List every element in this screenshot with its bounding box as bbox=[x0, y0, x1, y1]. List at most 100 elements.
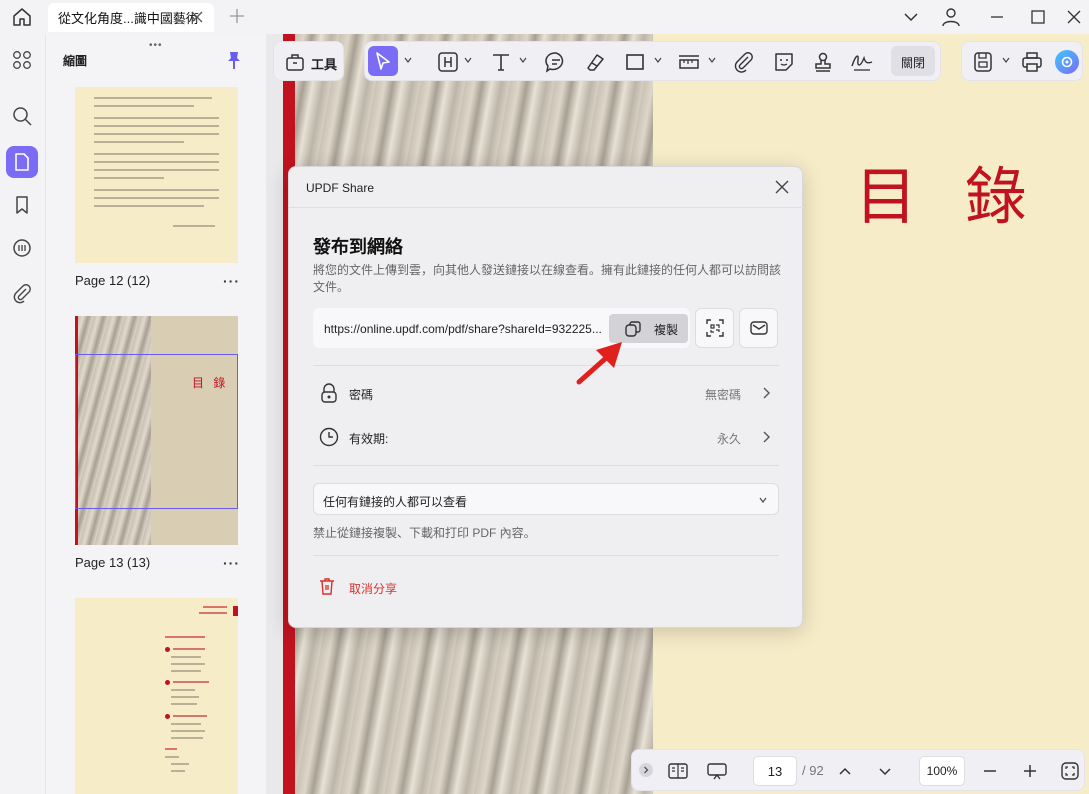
zoom-in-icon[interactable] bbox=[1019, 760, 1041, 782]
chevron-down-icon[interactable] bbox=[708, 56, 716, 64]
lock-icon bbox=[321, 383, 337, 403]
top-toolbar: 工具 關閉 bbox=[273, 41, 1083, 81]
heading-text-icon[interactable] bbox=[436, 50, 460, 74]
print-icon[interactable] bbox=[1020, 50, 1044, 74]
divider bbox=[313, 365, 779, 366]
page-12-more-button[interactable]: ··· bbox=[223, 273, 240, 289]
collapse-arrow-icon[interactable] bbox=[638, 762, 654, 778]
current-page-input[interactable]: 13 bbox=[753, 756, 797, 786]
expiry-value: 永久 bbox=[716, 432, 741, 446]
password-label: 密碼 bbox=[349, 388, 374, 402]
toolbox-icon bbox=[286, 54, 304, 71]
bookmark-icon[interactable] bbox=[11, 194, 33, 216]
copy-icon bbox=[625, 321, 641, 337]
viewport-indicator[interactable] bbox=[75, 354, 238, 509]
chevron-right-icon bbox=[763, 387, 770, 399]
page-thumbnail-13[interactable]: 目 錄 bbox=[75, 316, 238, 545]
ai-assistant-glyph bbox=[1061, 56, 1073, 68]
highlighter-icon[interactable] bbox=[584, 50, 608, 74]
thumbnails-panel-title: 縮圖 bbox=[63, 54, 88, 68]
comment-icon[interactable] bbox=[11, 237, 33, 259]
chevron-down-icon[interactable] bbox=[654, 56, 662, 64]
save-icon[interactable] bbox=[971, 50, 995, 74]
total-pages: / 92 bbox=[802, 763, 824, 778]
dialog-header: UPDF Share bbox=[289, 167, 804, 208]
pin-icon[interactable] bbox=[225, 50, 243, 70]
share-link-field[interactable]: https://online.updf.com/pdf/share?shareI… bbox=[313, 308, 690, 348]
close-tab-icon[interactable] bbox=[190, 10, 204, 24]
new-tab-icon[interactable] bbox=[229, 8, 245, 24]
permission-note: 禁止從鏈接複製、下載和打印 PDF 內容。 bbox=[313, 526, 536, 540]
sticker-icon[interactable] bbox=[772, 50, 796, 74]
left-tool-rail bbox=[0, 34, 46, 794]
close-dialog-icon[interactable] bbox=[773, 178, 791, 196]
chevron-down-icon[interactable] bbox=[464, 56, 472, 64]
password-setting-row[interactable]: 密碼 無密碼 bbox=[313, 375, 779, 411]
page-thumbnail-14[interactable] bbox=[75, 598, 238, 794]
fit-page-icon[interactable] bbox=[1059, 760, 1081, 782]
page-13-more-button[interactable]: ··· bbox=[223, 555, 240, 571]
title-bar: 從文化角度...識中國藝術 bbox=[0, 0, 1089, 34]
home-icon[interactable] bbox=[11, 6, 33, 28]
signature-icon[interactable] bbox=[850, 50, 874, 74]
chevron-down-icon[interactable] bbox=[519, 56, 527, 64]
page-thumbnail-12[interactable] bbox=[75, 87, 238, 263]
apps-grid-icon[interactable] bbox=[11, 49, 33, 71]
chevron-down-icon[interactable] bbox=[900, 6, 922, 28]
access-permission-value: 任何有鏈接的人都可以查看 bbox=[323, 495, 468, 509]
attachment-icon[interactable] bbox=[11, 282, 33, 304]
chevron-down-icon[interactable] bbox=[1002, 56, 1010, 64]
ai-assistant-icon[interactable] bbox=[1055, 50, 1079, 74]
chevron-down-icon bbox=[759, 497, 767, 504]
page-layout-icon[interactable] bbox=[667, 760, 689, 782]
copy-link-label: 複製 bbox=[654, 323, 679, 337]
panel-drag-handle[interactable]: ••• bbox=[149, 40, 163, 51]
minimize-icon[interactable] bbox=[986, 6, 1008, 28]
close-toolbar-button[interactable]: 關閉 bbox=[891, 46, 935, 76]
share-description: 將您的文件上傳到雲，向其他人發送鏈接以在線查看。擁有此鏈接的任何人都可以訪問該文… bbox=[313, 263, 782, 294]
text-tool-icon[interactable] bbox=[489, 50, 513, 74]
thumbnails-panel: ••• 縮圖 Page 12 (12) ··· 目 錄 Page 13 (13)… bbox=[47, 34, 266, 794]
share-dialog: UPDF Share 發布到網絡 將您的文件上傳到雲，向其他人發送鏈接以在線查看… bbox=[288, 166, 804, 628]
share-link-text[interactable]: https://online.updf.com/pdf/share?shareI… bbox=[324, 322, 604, 336]
rectangle-shape-icon[interactable] bbox=[623, 50, 647, 74]
trash-icon bbox=[320, 578, 334, 595]
next-page-icon[interactable] bbox=[874, 760, 896, 782]
paperclip-icon[interactable] bbox=[732, 50, 756, 74]
password-value: 無密碼 bbox=[704, 388, 741, 402]
close-window-icon[interactable] bbox=[1063, 6, 1085, 28]
tools-button[interactable]: 工具 bbox=[273, 41, 344, 81]
clock-icon bbox=[319, 427, 339, 447]
search-icon[interactable] bbox=[11, 105, 33, 127]
divider bbox=[313, 555, 779, 556]
thumbnails-icon bbox=[15, 153, 29, 171]
tools-label: 工具 bbox=[311, 57, 338, 72]
maximize-icon[interactable] bbox=[1027, 6, 1049, 28]
access-permission-select[interactable]: 任何有鏈接的人都可以查看 bbox=[313, 483, 779, 515]
presentation-icon[interactable] bbox=[706, 760, 728, 782]
chevron-down-icon[interactable] bbox=[404, 56, 412, 64]
document-tab[interactable]: 從文化角度...識中國藝術 bbox=[48, 3, 214, 32]
user-account-icon[interactable] bbox=[940, 6, 962, 28]
zoom-level-input[interactable]: 100% bbox=[919, 756, 965, 786]
select-tool-button[interactable] bbox=[368, 46, 398, 76]
email-icon bbox=[750, 321, 768, 335]
qr-code-button[interactable] bbox=[695, 308, 734, 348]
measure-ruler-icon[interactable] bbox=[677, 50, 701, 74]
file-toolbar bbox=[961, 41, 1083, 81]
expiry-setting-row[interactable]: 有效期: 永久 bbox=[313, 419, 779, 455]
page-navigation-bar: 13 / 92 100% bbox=[631, 749, 1085, 791]
previous-page-icon[interactable] bbox=[834, 760, 856, 782]
annotation-toolbar: 關閉 bbox=[364, 41, 941, 81]
cancel-share-button[interactable]: 取消分享 bbox=[317, 575, 437, 599]
copy-link-button[interactable]: 複製 bbox=[609, 314, 688, 343]
close-toolbar-label: 關閉 bbox=[901, 56, 926, 70]
zoom-out-icon[interactable] bbox=[979, 760, 1001, 782]
email-share-button[interactable] bbox=[739, 308, 778, 348]
dialog-title: UPDF Share bbox=[306, 181, 375, 195]
document-tab-title: 從文化角度...識中國藝術 bbox=[58, 11, 199, 26]
stamp-icon[interactable] bbox=[811, 50, 835, 74]
cancel-share-label: 取消分享 bbox=[349, 582, 398, 596]
comment-bubble-icon[interactable] bbox=[544, 50, 568, 74]
red-pointer-arrow-icon bbox=[576, 342, 622, 385]
